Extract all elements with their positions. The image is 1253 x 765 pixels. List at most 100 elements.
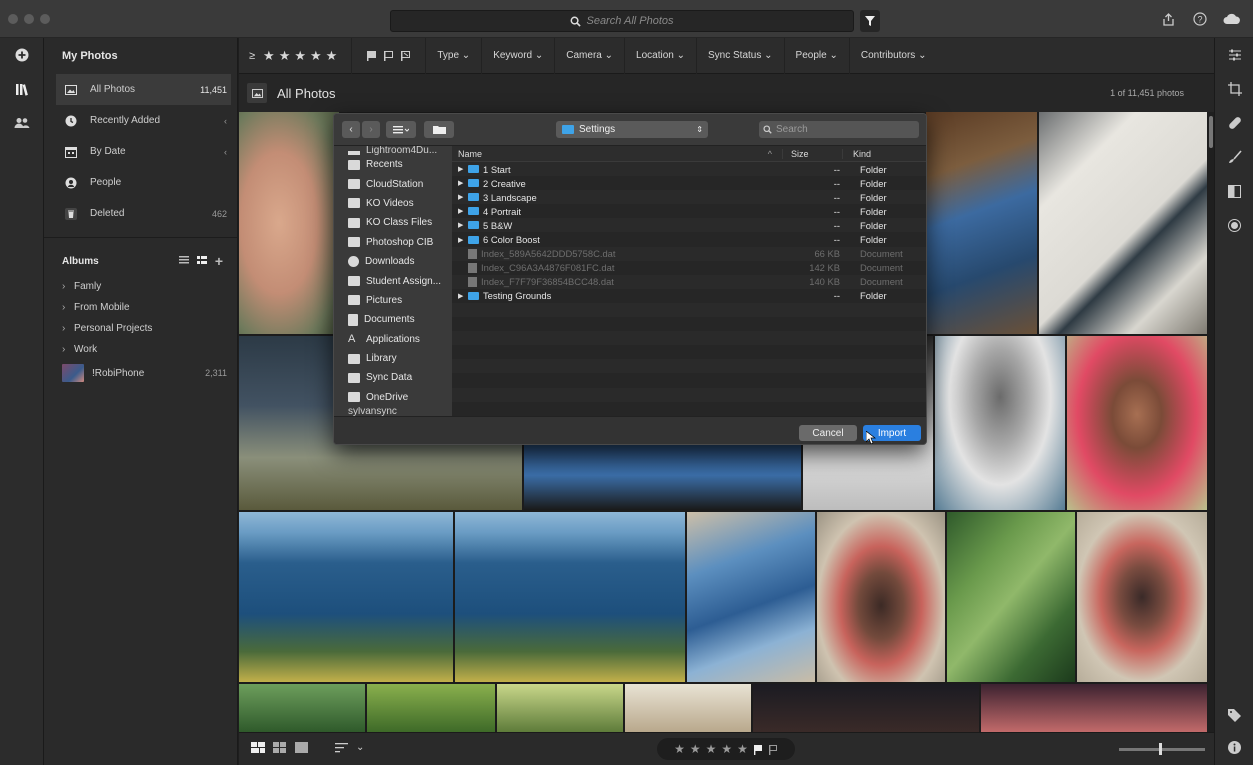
sidebar-item-cloudstation[interactable]: CloudStation (334, 174, 452, 193)
window-controls[interactable] (8, 14, 50, 24)
filter-sync-status-dropdown[interactable]: Sync Status ⌄ (697, 37, 785, 74)
zoom-window-button[interactable] (40, 14, 50, 24)
back-button[interactable]: ‹ (342, 121, 360, 138)
album-from-mobile[interactable]: › From Mobile (44, 297, 237, 318)
disclosure-triangle-icon[interactable]: ▶ (458, 179, 468, 187)
filter-button[interactable] (860, 10, 880, 32)
sidebar-item-by-date[interactable]: By Date ‹ (44, 136, 237, 167)
file-row[interactable]: ▶ 5 B&W -- Folder (452, 218, 926, 233)
file-row[interactable]: ▶ 4 Portrait -- Folder (452, 204, 926, 218)
location-dropdown[interactable]: Settings ⇕ (556, 121, 708, 138)
sidebar-item-recently-added[interactable]: Recently Added ‹ (44, 105, 237, 136)
library-icon[interactable] (0, 72, 44, 106)
disclosure-triangle-icon[interactable]: ▶ (458, 292, 468, 300)
disclosure-triangle-icon[interactable]: ▶ (458, 236, 468, 244)
chevron-left-icon[interactable]: ‹ (224, 116, 227, 126)
photo-grid-view-icon[interactable] (251, 742, 265, 753)
sidebar-item-sync-data[interactable]: Sync Data (334, 368, 452, 387)
close-window-button[interactable] (8, 14, 18, 24)
forward-button[interactable]: › (362, 121, 380, 138)
grid-list-icon[interactable] (196, 255, 207, 267)
list-view-icon[interactable] (178, 255, 189, 267)
photo-thumbnail[interactable] (817, 512, 945, 682)
radial-gradient-icon[interactable] (1215, 208, 1253, 242)
photo-thumbnail[interactable] (753, 684, 979, 732)
edit-sliders-icon[interactable] (1215, 38, 1253, 72)
file-row[interactable]: ▶ 6 Color Boost -- Folder (452, 232, 926, 246)
photo-thumbnail[interactable] (1077, 512, 1207, 682)
sidebar-item-pictures[interactable]: Pictures (334, 291, 452, 310)
disclosure-triangle-icon[interactable]: ▶ (458, 165, 468, 173)
add-album-icon[interactable]: + (215, 253, 223, 269)
sidebar-item-deleted[interactable]: Deleted 462 (44, 198, 237, 229)
photo-thumbnail[interactable] (239, 112, 339, 334)
chevron-down-icon[interactable]: ⌄ (356, 742, 364, 753)
column-size[interactable]: Size (782, 148, 842, 159)
rating-operator[interactable]: ≥ (249, 50, 255, 62)
cloud-icon[interactable] (1223, 10, 1241, 28)
photo-thumbnail[interactable] (455, 512, 685, 682)
photo-thumbnail[interactable] (239, 512, 453, 682)
star-icon[interactable]: ★ (690, 742, 701, 756)
star-icon[interactable]: ★ (674, 742, 685, 756)
column-name[interactable]: Name ^ (452, 149, 782, 159)
filter-keyword-dropdown[interactable]: Keyword ⌄ (482, 37, 556, 74)
filter-people-dropdown[interactable]: People ⌄ (785, 37, 850, 74)
sidebar-item-student-assign[interactable]: Student Assign... (334, 271, 452, 290)
file-row[interactable]: ▶ 1 Start -- Folder (452, 162, 926, 177)
filter-location-dropdown[interactable]: Location ⌄ (625, 37, 697, 74)
reject-flag-icon[interactable] (768, 744, 778, 755)
photo-thumbnail[interactable] (497, 684, 623, 732)
zoom-slider-knob[interactable] (1159, 743, 1162, 755)
cancel-button[interactable]: Cancel (799, 425, 857, 441)
brush-icon[interactable] (1215, 140, 1253, 174)
sidebar-item-ko-videos[interactable]: KO Videos (334, 194, 452, 213)
sidebar-item-onedrive[interactable]: OneDrive (334, 388, 452, 407)
star-icon[interactable]: ★ (326, 48, 338, 64)
photo-thumbnail[interactable] (981, 684, 1207, 732)
people-icon[interactable] (0, 106, 44, 140)
photo-thumbnail[interactable] (926, 112, 1037, 334)
sidebar-item-all-photos[interactable]: All Photos 11,451 (56, 74, 231, 105)
sidebar-item-people[interactable]: People (44, 167, 237, 198)
photo-thumbnail[interactable] (687, 512, 815, 682)
share-icon[interactable] (1159, 10, 1177, 28)
rating-filter[interactable]: ≥ ★ ★ ★ ★ ★ (239, 37, 353, 74)
new-folder-button[interactable] (424, 121, 454, 138)
sidebar-item-applications[interactable]: A Applications (334, 330, 452, 349)
info-icon[interactable] (1215, 730, 1253, 764)
help-icon[interactable]: ? (1191, 10, 1209, 28)
pick-flag-icon[interactable] (366, 50, 377, 61)
photo-thumbnail[interactable] (947, 512, 1075, 682)
crop-icon[interactable] (1215, 72, 1253, 106)
minimize-window-button[interactable] (24, 14, 34, 24)
sidebar-item-documents[interactable]: Documents (334, 310, 452, 329)
star-icon[interactable]: ★ (706, 742, 717, 756)
rating-flag-control[interactable]: ★ ★ ★ ★ ★ (657, 738, 795, 760)
tag-icon[interactable] (1215, 698, 1253, 732)
album-personal-projects[interactable]: › Personal Projects (44, 318, 237, 339)
file-row[interactable]: Index_C96A3A4876F081FC.dat 142 KB Document (452, 261, 926, 275)
sort-icon[interactable] (335, 742, 348, 753)
star-icon[interactable]: ★ (294, 48, 306, 64)
star-icon[interactable]: ★ (263, 48, 275, 64)
file-row[interactable]: Index_589A5642DDD5758C.dat 66 KB Document (452, 246, 926, 261)
album-work[interactable]: › Work (44, 339, 237, 360)
file-row[interactable]: ▶ 3 Landscape -- Folder (452, 190, 926, 205)
view-options-button[interactable] (386, 121, 416, 138)
disclosure-triangle-icon[interactable]: ▶ (458, 193, 468, 201)
sidebar-item-recents[interactable]: Recents (334, 155, 452, 174)
healing-icon[interactable] (1215, 106, 1253, 140)
linear-gradient-icon[interactable] (1215, 174, 1253, 208)
zoom-slider[interactable] (1119, 743, 1205, 755)
photo-thumbnail[interactable] (625, 684, 751, 732)
disclosure-triangle-icon[interactable]: ▶ (458, 221, 468, 229)
sidebar-item-photoshop-cib[interactable]: Photoshop CIB (334, 233, 452, 252)
sidebar-item-library[interactable]: Library (334, 349, 452, 368)
sidebar-item-ko-class-files[interactable]: KO Class Files (334, 213, 452, 232)
dialog-search-input[interactable]: Search (759, 121, 919, 138)
square-grid-view-icon[interactable] (273, 742, 287, 753)
pick-flag-icon[interactable] (753, 744, 763, 755)
sidebar-item-cut[interactable]: sylvansync (334, 407, 452, 416)
file-row[interactable]: Index_F7F79F36854BCC48.dat 140 KB Document (452, 274, 926, 289)
